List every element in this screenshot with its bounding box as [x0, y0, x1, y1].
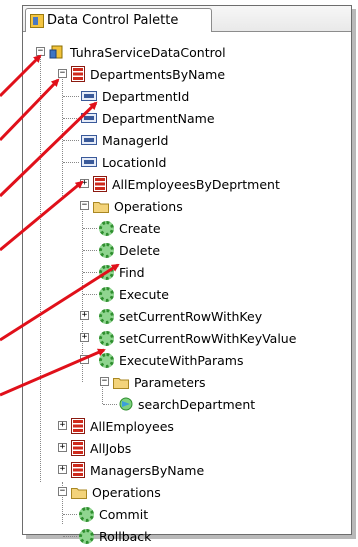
collapse-toggle[interactable]: −	[58, 487, 67, 496]
tree-node-attribute[interactable]: ManagerId	[81, 129, 168, 151]
gear-icon	[99, 264, 114, 280]
attribute-icon	[81, 113, 97, 123]
parameter-icon	[119, 397, 133, 411]
folder-icon	[113, 377, 129, 389]
tree-node-departments-by-name[interactable]: − DepartmentsByName	[55, 63, 225, 85]
node-label: AllJobs	[90, 440, 132, 456]
gear-icon	[79, 528, 94, 544]
tree-node-parameter[interactable]: searchDepartment	[119, 393, 255, 415]
expand-toggle[interactable]: +	[58, 443, 67, 452]
attribute-icon	[81, 91, 97, 101]
collection-icon	[71, 440, 85, 456]
tab-bar: Data Control Palette	[23, 6, 351, 32]
gear-icon	[99, 308, 114, 324]
tree-node-operation[interactable]: Find	[99, 261, 145, 283]
collapse-toggle[interactable]: −	[80, 355, 89, 364]
attribute-icon	[81, 135, 97, 145]
node-label: DepartmentName	[102, 110, 215, 126]
tree-node-all-employees[interactable]: + AllEmployees	[55, 415, 174, 437]
tree-node-operation[interactable]: Rollback	[79, 525, 151, 547]
tree-node-operations-root[interactable]: − Operations	[55, 481, 161, 503]
collapse-toggle[interactable]: −	[58, 69, 67, 78]
node-label: Create	[119, 220, 161, 236]
node-label: ManagersByName	[90, 462, 205, 478]
gear-icon	[99, 330, 114, 346]
tree-node-root[interactable]: − TuhraServiceDataControl	[33, 41, 226, 63]
collection-icon	[71, 418, 85, 434]
expand-toggle[interactable]: +	[80, 333, 89, 342]
gear-icon	[99, 286, 114, 302]
gear-icon	[79, 506, 94, 522]
expand-toggle[interactable]: +	[58, 421, 67, 430]
node-label: AllEmployeesByDeprtment	[112, 176, 280, 192]
attribute-icon	[81, 157, 97, 167]
gear-icon	[99, 352, 114, 368]
tree-node-operation[interactable]: + setCurrentRowWithKeyValue	[77, 327, 296, 349]
node-label: Parameters	[134, 374, 206, 390]
tree-node-attribute[interactable]: DepartmentId	[81, 85, 189, 107]
collapse-toggle[interactable]: −	[80, 201, 89, 210]
node-label: AllEmployees	[90, 418, 174, 434]
node-label: LocationId	[102, 154, 167, 170]
node-label: Operations	[114, 198, 183, 214]
tree-node-operation[interactable]: Delete	[99, 239, 160, 261]
node-label: setCurrentRowWithKeyValue	[119, 330, 297, 346]
folder-icon	[71, 487, 87, 499]
data-control-icon	[49, 45, 63, 59]
collapse-toggle[interactable]: −	[100, 377, 109, 386]
node-label: TuhraServiceDataControl	[70, 44, 226, 60]
node-label: DepartmentsByName	[90, 66, 226, 82]
node-label: ExecuteWithParams	[119, 352, 244, 368]
expand-toggle[interactable]: +	[80, 311, 89, 320]
node-label: Delete	[119, 242, 161, 258]
tree-node-attribute[interactable]: LocationId	[81, 151, 167, 173]
tree-node-managers-by-name[interactable]: + ManagersByName	[55, 459, 204, 481]
expand-toggle[interactable]: +	[80, 179, 89, 188]
folder-icon	[93, 201, 109, 213]
node-label: DepartmentId	[102, 88, 190, 104]
tree-node-operation[interactable]: − ExecuteWithParams	[77, 349, 244, 371]
tree-node-parameters[interactable]: − Parameters	[97, 371, 206, 393]
tree-node-operation[interactable]: Create	[99, 217, 161, 239]
tab-label: Data Control Palette	[47, 13, 179, 28]
palette-icon	[30, 13, 44, 28]
node-label: searchDepartment	[138, 396, 256, 412]
node-label: Rollback	[99, 528, 152, 544]
node-label: ManagerId	[102, 132, 169, 148]
gear-icon	[99, 242, 114, 258]
expand-toggle[interactable]: +	[58, 465, 67, 474]
collection-icon	[93, 176, 107, 192]
tree-node-attribute[interactable]: DepartmentName	[81, 107, 215, 129]
tree-node-all-jobs[interactable]: + AllJobs	[55, 437, 131, 459]
node-label: Operations	[92, 484, 161, 500]
tree-node-operation[interactable]: Commit	[79, 503, 148, 525]
tree-view: − TuhraServiceDataControl − DepartmentsB…	[23, 32, 351, 544]
tree-node-operations[interactable]: − Operations	[77, 195, 183, 217]
node-label: Find	[119, 264, 145, 280]
tree-node-all-employees-by-department[interactable]: + AllEmployeesByDeprtment	[77, 173, 280, 195]
gear-icon	[99, 220, 114, 236]
data-control-palette: Data Control Palette − TuhraServiceDataC…	[22, 5, 352, 544]
node-label: setCurrentRowWithKey	[119, 308, 263, 324]
node-label: Commit	[99, 506, 149, 522]
collection-icon	[71, 462, 85, 478]
collection-icon	[71, 66, 85, 82]
tree-node-operation[interactable]: + setCurrentRowWithKey	[77, 305, 262, 327]
collapse-toggle[interactable]: −	[36, 47, 45, 56]
node-label: Execute	[119, 286, 169, 302]
tab-data-control-palette[interactable]: Data Control Palette	[25, 8, 212, 32]
tree-node-operation[interactable]: Execute	[99, 283, 169, 305]
